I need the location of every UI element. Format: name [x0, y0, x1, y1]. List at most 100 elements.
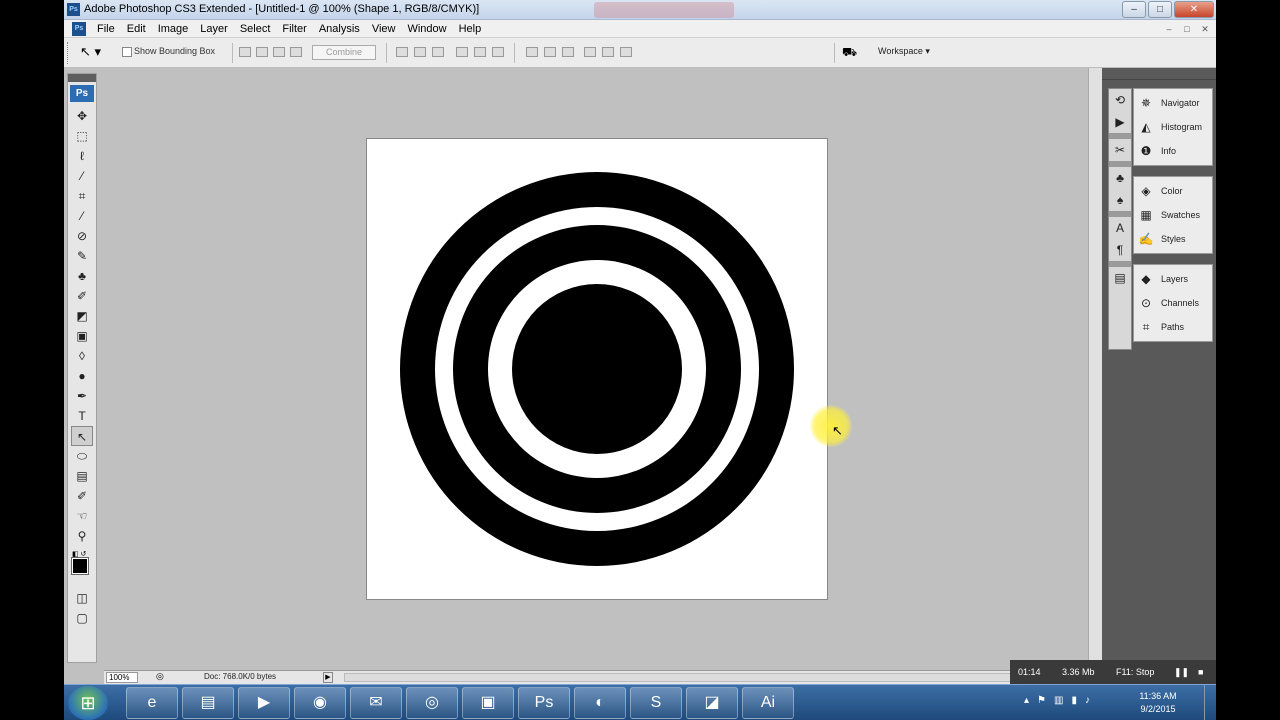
distribute-hcenter-icon[interactable] [602, 47, 614, 57]
show-bounding-box-checkbox[interactable] [122, 47, 132, 57]
ie-icon[interactable]: e [126, 687, 178, 719]
folder-icon[interactable]: ✉ [350, 687, 402, 719]
chrome-icon[interactable]: ◎ [406, 687, 458, 719]
crop-tool-icon[interactable]: ⌗ [71, 186, 93, 206]
volume-icon[interactable]: ♪ [1085, 695, 1090, 706]
menu-edit[interactable]: Edit [121, 22, 152, 36]
panel-paths[interactable]: ⌗ Paths [1134, 315, 1212, 339]
lasso-tool-icon[interactable]: ℓ [71, 146, 93, 166]
panel-layers[interactable]: ◆ Layers [1134, 267, 1212, 291]
close-button[interactable]: ✕ [1174, 1, 1214, 18]
media-player-icon[interactable]: ▶ [238, 687, 290, 719]
document-canvas[interactable] [366, 138, 828, 600]
pause-icon[interactable]: ❚❚ [1174, 667, 1189, 678]
distribute-vcenter-icon[interactable] [544, 47, 556, 57]
document-menu-icon[interactable]: Ps [72, 22, 86, 36]
notes-tool-icon[interactable]: ▤ [71, 466, 93, 486]
pen-tool-icon[interactable]: ✒ [71, 386, 93, 406]
subtract-shape-area-icon[interactable] [256, 47, 268, 57]
doc-close-button[interactable]: ✕ [1198, 22, 1212, 36]
slice-tool-icon[interactable]: ⁄ [71, 206, 93, 226]
default-colors-icon[interactable]: ◧ ↺ [72, 550, 86, 558]
menu-analysis[interactable]: Analysis [313, 22, 366, 36]
app3-icon[interactable]: ◪ [686, 687, 738, 719]
distribute-left-icon[interactable] [584, 47, 596, 57]
panel-navigator[interactable]: ✵ Navigator [1134, 91, 1212, 115]
illustrator-icon[interactable]: Ai [742, 687, 794, 719]
align-vcenter-icon[interactable] [414, 47, 426, 57]
align-hcenter-icon[interactable] [474, 47, 486, 57]
skype-icon[interactable]: S [630, 687, 682, 719]
start-button[interactable]: ⊞ [68, 686, 108, 720]
workspace-menu[interactable]: Workspace ▾ [878, 46, 930, 57]
ps-logo[interactable]: Ps [70, 85, 94, 102]
dodge-tool-icon[interactable]: ● [71, 366, 93, 386]
history-brush-tool-icon[interactable]: ✐ [71, 286, 93, 306]
align-top-icon[interactable] [396, 47, 408, 57]
clone-source-icon[interactable]: ♠ [1109, 189, 1131, 211]
character-icon[interactable]: A [1109, 217, 1131, 239]
panel-styles[interactable]: ✍ Styles [1134, 227, 1212, 251]
app-icon[interactable]: ▣ [462, 687, 514, 719]
stop-icon[interactable]: ■ [1198, 667, 1203, 677]
tool-presets-icon[interactable]: ✂ [1109, 139, 1131, 161]
status-menu-arrow[interactable]: ▶ [323, 672, 333, 683]
distribute-bottom-icon[interactable] [562, 47, 574, 57]
concentric-rings-shape[interactable] [367, 139, 827, 599]
panel-channels[interactable]: ⊙ Channels [1134, 291, 1212, 315]
marquee-tool-icon[interactable]: ⬚ [71, 126, 93, 146]
history-icon[interactable]: ⟲ [1109, 89, 1131, 111]
menu-help[interactable]: Help [453, 22, 488, 36]
healing-brush-tool-icon[interactable]: ⊘ [71, 226, 93, 246]
bridge-icon[interactable]: ⛟ [842, 45, 860, 60]
intersect-shape-area-icon[interactable] [273, 47, 285, 57]
menu-layer[interactable]: Layer [194, 22, 234, 36]
foreground-color-swatch[interactable] [71, 557, 89, 575]
quick-mask-icon[interactable]: ◫ [71, 588, 93, 608]
paragraph-icon[interactable]: ¶ [1109, 239, 1131, 261]
network-icon[interactable]: ▥ [1054, 695, 1063, 706]
app2-icon[interactable]: ◐ [574, 687, 626, 719]
options-grip[interactable] [67, 42, 70, 64]
align-right-icon[interactable] [492, 47, 504, 57]
gradient-tool-icon[interactable]: ▣ [71, 326, 93, 346]
brushes-icon[interactable]: ♣ [1109, 167, 1131, 189]
align-left-icon[interactable] [456, 47, 468, 57]
distribute-top-icon[interactable] [526, 47, 538, 57]
horizontal-scrollbar[interactable] [344, 673, 1044, 682]
type-tool-icon[interactable]: T [71, 406, 93, 426]
menu-file[interactable]: File [91, 22, 121, 36]
menu-view[interactable]: View [366, 22, 402, 36]
doc-restore-button[interactable]: □ [1180, 22, 1194, 36]
layer-comps-icon[interactable]: ▤ [1109, 267, 1131, 289]
exclude-shape-area-icon[interactable] [290, 47, 302, 57]
menu-select[interactable]: Select [234, 22, 277, 36]
menu-window[interactable]: Window [401, 22, 452, 36]
move-tool-icon[interactable]: ✥ [71, 106, 93, 126]
path-selection-icon[interactable]: ↖ ▾ [80, 44, 101, 60]
screen-mode-icon[interactable]: ▢ [71, 608, 93, 628]
dock-header[interactable] [1102, 68, 1216, 80]
clone-stamp-tool-icon[interactable]: ♣ [71, 266, 93, 286]
status-info-icon[interactable]: ◎ [156, 671, 164, 682]
battery-icon[interactable]: ▮ [1071, 695, 1077, 706]
align-bottom-icon[interactable] [432, 47, 444, 57]
vertical-scrollbar[interactable] [1088, 68, 1102, 670]
path-selection-tool-icon[interactable]: ↖ [71, 426, 93, 446]
distribute-right-icon[interactable] [620, 47, 632, 57]
explorer-icon[interactable]: ▤ [182, 687, 234, 719]
blur-tool-icon[interactable]: ◊ [71, 346, 93, 366]
add-to-shape-area-icon[interactable] [239, 47, 251, 57]
panel-histogram[interactable]: ◭ Histogram [1134, 115, 1212, 139]
panel-color[interactable]: ◈ Color [1134, 179, 1212, 203]
minimize-button[interactable]: – [1122, 1, 1146, 18]
doc-minimize-button[interactable]: – [1162, 22, 1176, 36]
combine-button[interactable]: Combine [312, 45, 376, 60]
menu-image[interactable]: Image [152, 22, 195, 36]
show-desktop-button[interactable] [1204, 685, 1216, 720]
maximize-button[interactable]: □ [1148, 1, 1172, 18]
eraser-tool-icon[interactable]: ◩ [71, 306, 93, 326]
background-window-tab[interactable] [594, 2, 734, 18]
toolbox-header[interactable] [68, 74, 96, 82]
panel-swatches[interactable]: ▦ Swatches [1134, 203, 1212, 227]
